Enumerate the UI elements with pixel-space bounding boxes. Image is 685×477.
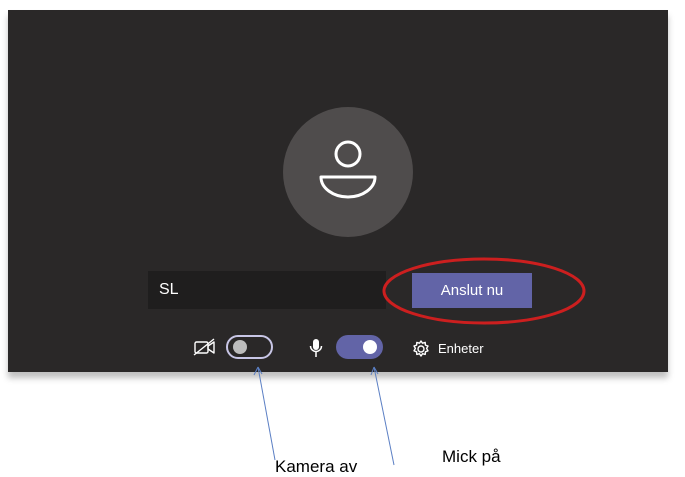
camera-off-annotation: Kamera av bbox=[275, 457, 358, 476]
annotation-arrows bbox=[253, 366, 395, 466]
mic-on-annotation: Mick på bbox=[442, 447, 501, 466]
